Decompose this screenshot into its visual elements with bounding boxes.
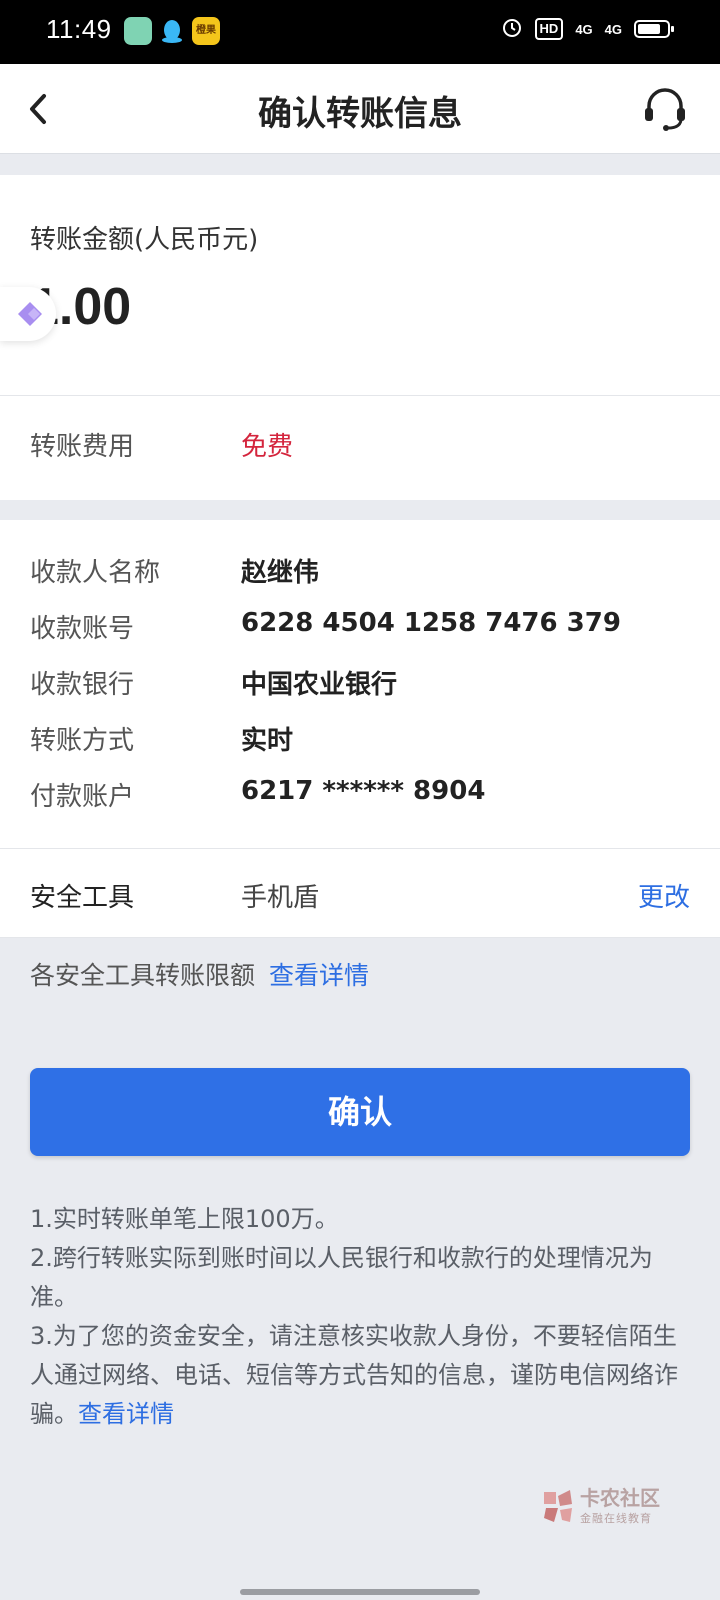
security-tool-value: 手机盾: [241, 883, 320, 913]
fee-value: 免费: [241, 432, 294, 462]
kanong-logo-icon: [544, 1490, 572, 1522]
fee-card: 转账费用 免费: [0, 395, 720, 500]
payee-bank-label: 收款银行: [30, 670, 135, 700]
limit-text: 各安全工具转账限额: [30, 961, 256, 990]
watermark-subtitle: 金融在线教育: [580, 1512, 652, 1525]
signal-icon: 4G: [575, 21, 593, 37]
diamond-icon: [18, 302, 42, 326]
page-title: 确认转账信息: [258, 94, 462, 134]
amount-label: 转账金额(人民币元): [30, 225, 259, 255]
app-notification-icon: 橙果: [192, 17, 220, 45]
payer-account-row: 付款账户 6217 ****** 8904: [0, 764, 720, 820]
amount-card: 转账金额(人民币元) 1.00: [0, 175, 720, 395]
note-3: 3.为了您的资金安全，请注意核实收款人身份，不要轻信陌生人通过网络、电话、短信等…: [30, 1317, 690, 1434]
notes-details-link[interactable]: 查看详情: [78, 1400, 174, 1428]
confirm-button[interactable]: 确认: [30, 1068, 690, 1156]
transfer-mode-row: 转账方式 实时: [0, 708, 720, 764]
app-notification-icon: [124, 17, 152, 45]
customer-service-button[interactable]: [640, 84, 690, 134]
fee-label: 转账费用: [30, 432, 135, 462]
payee-account-row: 收款账号 6228 4504 1258 7476 379: [0, 596, 720, 652]
security-tool-label: 安全工具: [30, 883, 135, 913]
qq-icon: [158, 17, 186, 45]
payee-account-label: 收款账号: [30, 614, 135, 644]
transfer-mode-value: 实时: [241, 726, 294, 756]
security-tool-card: 安全工具 手机盾 更改: [0, 848, 720, 938]
limit-info: 各安全工具转账限额 查看详情: [30, 956, 369, 992]
notes: 1.实时转账单笔上限100万。 2.跨行转账实际到账时间以人民银行和收款行的处理…: [30, 1200, 690, 1434]
payee-name-label: 收款人名称: [30, 558, 161, 588]
payer-account-label: 付款账户: [30, 782, 135, 812]
payee-account-value: 6228 4504 1258 7476 379: [241, 608, 621, 638]
change-security-tool-link[interactable]: 更改: [638, 877, 690, 914]
transfer-mode-label: 转账方式: [30, 726, 135, 756]
payee-bank-row: 收款银行 中国农业银行: [0, 652, 720, 708]
status-time: 11:49: [46, 14, 112, 44]
header: 确认转账信息: [0, 64, 720, 154]
battery-icon: [634, 20, 674, 38]
note-2: 2.跨行转账实际到账时间以人民银行和收款行的处理情况为准。: [30, 1244, 653, 1311]
payee-name-row: 收款人名称 赵继伟: [0, 540, 720, 596]
status-indicators: HD 4G 4G: [501, 16, 674, 42]
payee-bank-value: 中国农业银行: [241, 670, 398, 700]
floating-assistant-button[interactable]: [0, 287, 56, 341]
transfer-info-card: 收款人名称 赵继伟 收款账号 6228 4504 1258 7476 379 收…: [0, 520, 720, 848]
watermark-title: 卡农社区: [580, 1486, 660, 1510]
watermark: 卡农社区 金融在线教育: [540, 1482, 690, 1532]
status-bar: 11:49 橙果 HD 4G 4G: [0, 0, 720, 64]
signal-icon: 4G: [604, 21, 622, 37]
home-indicator[interactable]: [240, 1589, 480, 1595]
payee-name-value: 赵继伟: [241, 558, 320, 588]
hd-icon: HD: [534, 18, 564, 40]
note-1: 1.实时转账单笔上限100万。: [30, 1205, 339, 1233]
alarm-icon: [501, 16, 523, 42]
headset-icon: [645, 88, 685, 131]
payer-account-value: 6217 ****** 8904: [241, 776, 486, 806]
limit-details-link[interactable]: 查看详情: [269, 961, 369, 990]
